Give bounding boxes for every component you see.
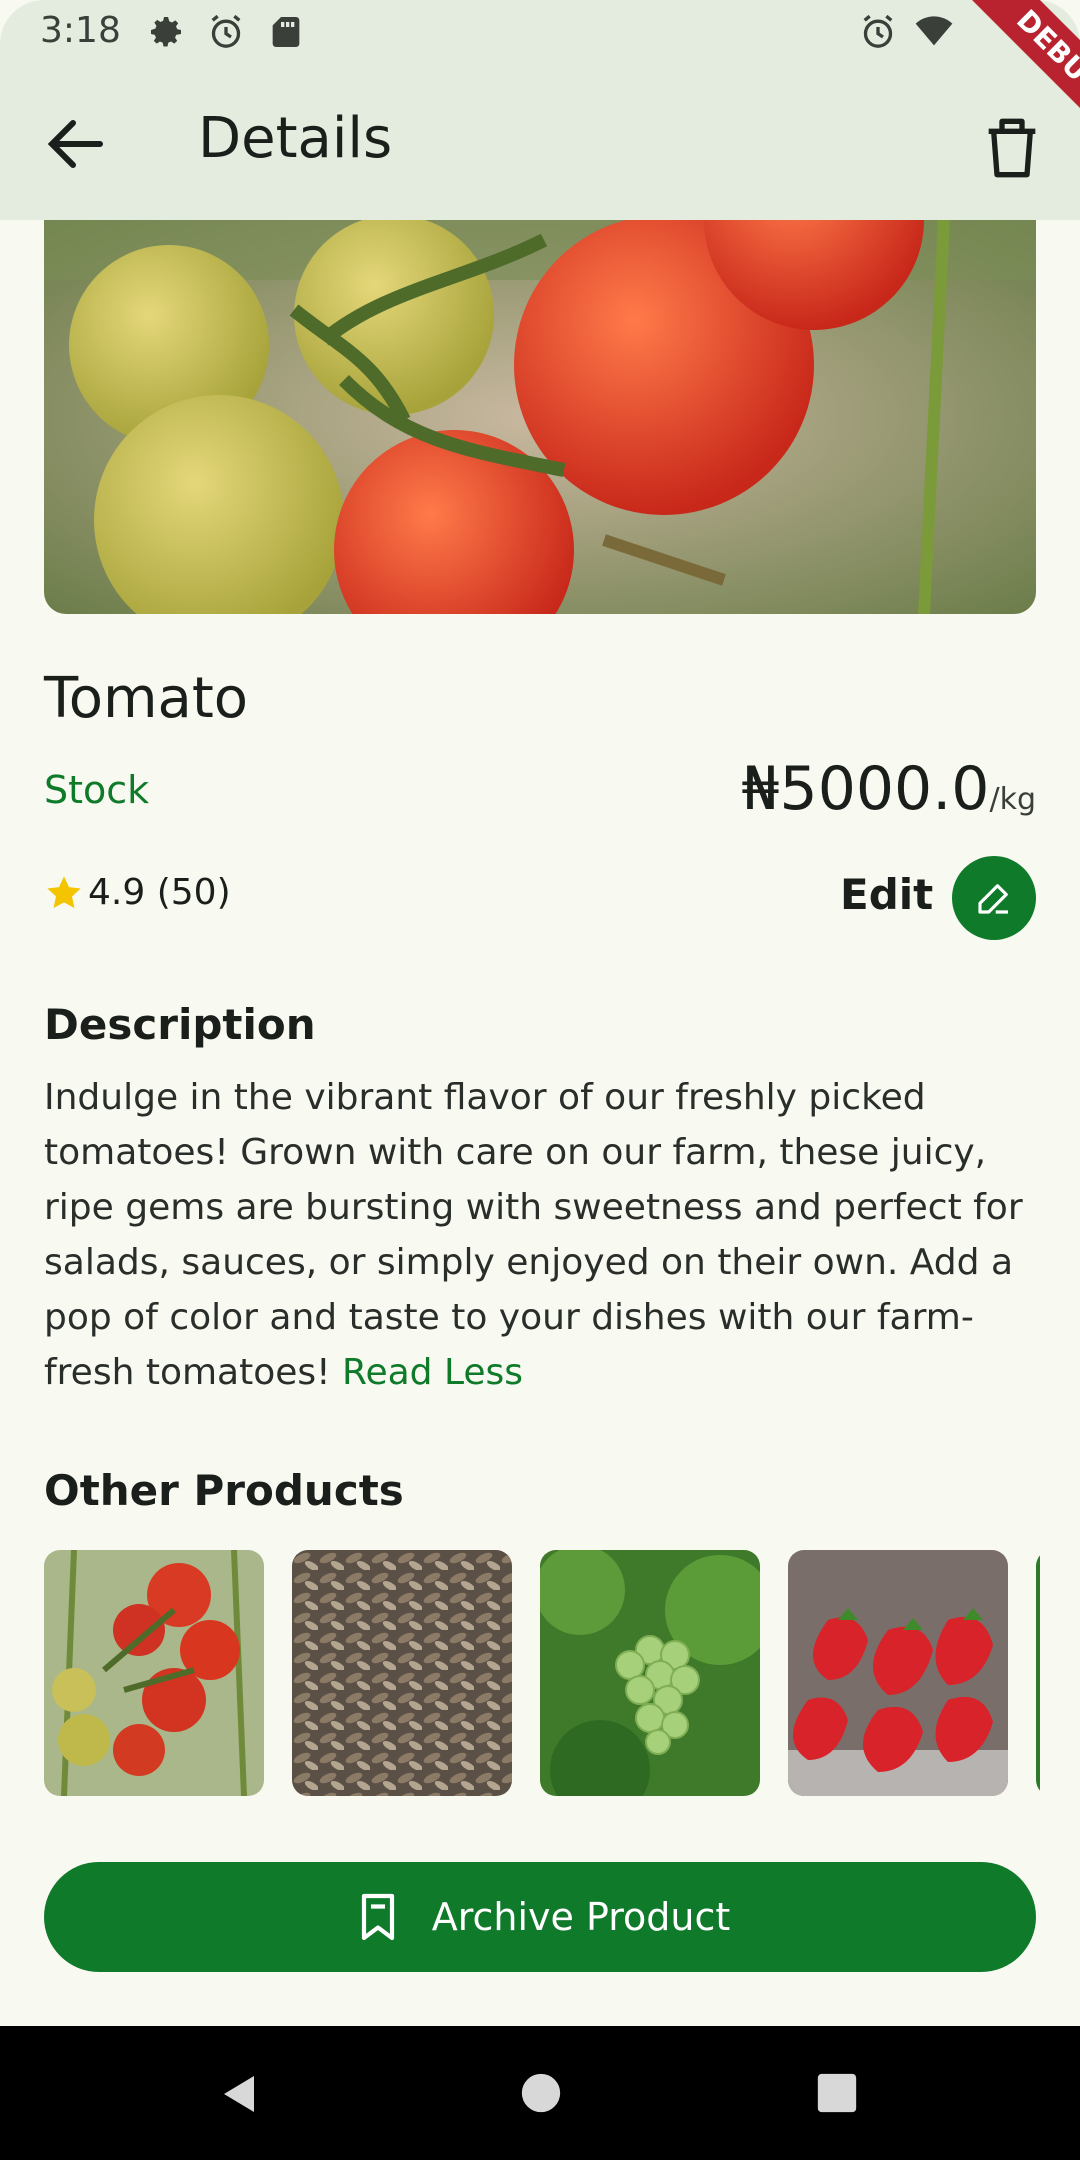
status-bar: 3:18	[0, 0, 1080, 66]
nav-back-icon[interactable]	[216, 2070, 264, 2118]
product-hero-image	[44, 220, 1036, 614]
bookmark-icon	[361, 1893, 394, 1941]
app-bar: Details	[0, 66, 1080, 220]
description-text: Indulge in the vibrant flavor of our fre…	[44, 1070, 1044, 1400]
archive-product-button[interactable]: Archive Product	[44, 1862, 1036, 1972]
rating-count: (50)	[156, 872, 231, 913]
product-thumb-extra[interactable]	[1036, 1550, 1080, 1796]
page-title: Details	[198, 106, 393, 171]
price-value: ₦5000.0	[741, 754, 990, 824]
price-unit: /kg	[989, 782, 1036, 817]
nav-recents-icon[interactable]	[814, 2070, 860, 2116]
description-body: Indulge in the vibrant flavor of our fre…	[44, 1077, 1023, 1393]
rating-value: 4.9	[88, 872, 146, 913]
nav-home-icon[interactable]	[518, 2070, 564, 2116]
product-thumb-grapes[interactable]	[540, 1550, 760, 1796]
product-thumb-strawberries[interactable]	[788, 1550, 1008, 1796]
edit-label[interactable]: Edit	[840, 870, 933, 919]
archive-product-label: Archive Product	[431, 1895, 731, 1939]
product-name: Tomato	[44, 666, 249, 731]
edit-button[interactable]	[952, 856, 1036, 940]
other-products-title: Other Products	[44, 1466, 404, 1515]
stock-label: Stock	[44, 768, 150, 812]
trash-icon[interactable]	[972, 108, 1052, 188]
star-icon	[47, 875, 81, 908]
wifi-icon	[915, 16, 953, 46]
product-thumb-seeds[interactable]	[292, 1550, 512, 1796]
status-time: 3:18	[40, 10, 121, 51]
product-thumb-tomatoes[interactable]	[44, 1550, 264, 1796]
pencil-icon	[978, 884, 1008, 914]
read-less-link[interactable]: Read Less	[342, 1352, 523, 1393]
sd-card-icon	[272, 17, 300, 47]
back-arrow-icon[interactable]	[40, 108, 112, 180]
alarm-icon-right	[863, 14, 893, 48]
alarm-icon	[211, 14, 241, 48]
settings-icon	[151, 17, 181, 47]
rating: 4.9 (50)	[44, 872, 231, 913]
description-title: Description	[44, 1000, 316, 1049]
system-nav-bar	[0, 2026, 1080, 2160]
other-products-list	[44, 1550, 1080, 1798]
product-price: ₦5000.0/kg	[741, 754, 1036, 824]
